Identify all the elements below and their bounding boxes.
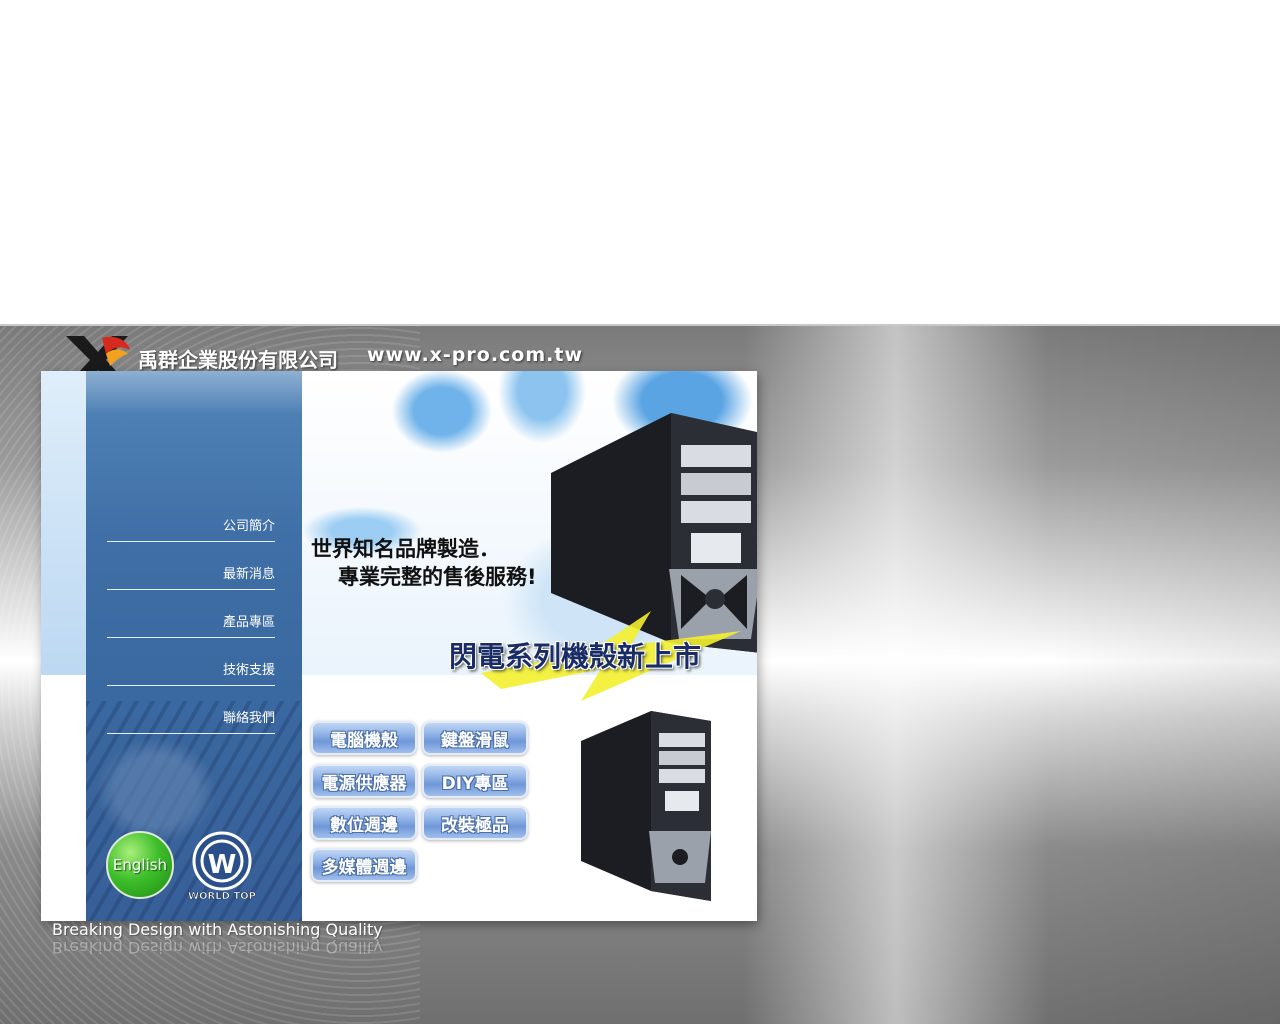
footer-tagline: Breaking Design with Astonishing Quality [52,920,383,939]
footer-tagline-reflection: Breaking Design with Astonishing Quality [52,938,383,957]
sidebar-item-label: 公司簡介 [222,518,275,534]
svg-text:W: W [208,850,237,880]
sidebar-item-contact[interactable]: 聯絡我們 [107,687,275,734]
category-modding-button[interactable]: 改裝極品 [422,806,528,840]
english-button-label: English [112,856,168,874]
category-label: 數位週邊 [330,815,398,836]
category-label: 電源供應器 [321,773,407,794]
category-label: 鍵盤滑鼠 [441,730,509,751]
world-top-logo[interactable]: W WORLD TOP [186,831,258,903]
sidebar-item-tech-support[interactable]: 技術支援 [107,639,275,686]
category-pc-case-button[interactable]: 電腦機殼 [311,721,417,755]
category-label: DIY專區 [441,773,509,794]
sidebar-item-label: 技術支援 [222,662,275,678]
category-multimedia-button[interactable]: 多媒體週邊 [311,848,417,882]
pc-case-image-small[interactable] [581,711,721,901]
main-panel: 世界知名品牌製造． 專業完整的售後服務! 閃電系列機殼新上市 公司簡介 最新消息… [41,371,757,921]
new-product-banner[interactable]: 閃電系列機殼新上市 [449,635,701,675]
category-power-supply-button[interactable]: 電源供應器 [311,764,417,798]
sidebar-item-products[interactable]: 產品專區 [107,591,275,638]
slogan-line-1: 世界知名品牌製造． [311,537,500,561]
category-label: 改裝極品 [441,815,509,836]
company-name: 禹群企業股份有限公司 [138,348,338,372]
category-keyboard-mouse-button[interactable]: 鍵盤滑鼠 [422,721,528,755]
sidebar-item-label: 聯絡我們 [222,710,275,726]
sidebar-item-latest-news[interactable]: 最新消息 [107,543,275,590]
sidebar-item-label: 產品專區 [222,614,275,630]
left-sky-strip [41,371,87,675]
world-top-text: WORLD TOP [188,891,256,902]
category-label: 多媒體週邊 [321,857,407,878]
english-button[interactable]: English [106,831,174,899]
sidebar-item-company-profile[interactable]: 公司簡介 [107,495,275,542]
category-label: 電腦機殼 [330,730,398,751]
slogan-line-2: 專業完整的售後服務! [338,565,537,589]
category-digital-peripherals-button[interactable]: 數位週邊 [311,806,417,840]
sidebar-menu: 公司簡介 最新消息 產品專區 技術支援 聯絡我們 [107,495,275,735]
sidebar-item-label: 最新消息 [222,566,275,582]
site-url: www.x-pro.com.tw [367,344,584,366]
sidebar: 公司簡介 最新消息 產品專區 技術支援 聯絡我們 English W WORLD… [86,371,302,921]
category-diy-button[interactable]: DIY專區 [422,764,528,798]
world-top-icon: W WORLD TOP [188,831,256,902]
